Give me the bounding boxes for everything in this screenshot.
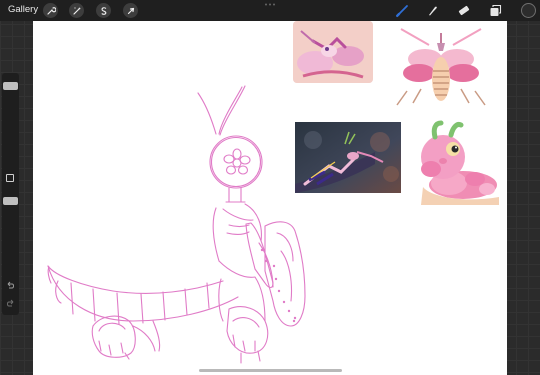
top-toolbar: Gallery [0, 0, 540, 21]
redo-arrow-icon[interactable] [5, 298, 16, 309]
undo-arrow-icon[interactable] [5, 280, 16, 291]
brush-size-slider[interactable] [3, 82, 18, 90]
opacity-slider[interactable] [3, 197, 18, 205]
magic-wand-icon[interactable] [69, 3, 84, 18]
home-indicator[interactable] [199, 369, 342, 372]
reference-photo-orchid-mantis-specimen[interactable] [391, 21, 491, 109]
drawing-canvas[interactable] [33, 21, 507, 375]
more-dots-icon[interactable] [264, 3, 276, 6]
selection-s-icon[interactable] [96, 3, 111, 18]
reference-photo-orchid-mantis-plush[interactable] [413, 117, 501, 205]
brush-icon[interactable] [395, 3, 410, 18]
reference-photo-orchid-mantis-on-hand[interactable] [295, 122, 401, 193]
color-picker-button[interactable] [521, 3, 536, 18]
left-sidebar [2, 73, 19, 315]
wrench-icon[interactable] [43, 3, 58, 18]
eraser-icon[interactable] [456, 3, 471, 18]
layers-icon[interactable] [488, 3, 503, 18]
gallery-button[interactable]: Gallery [8, 4, 38, 15]
arrow-cursor-icon[interactable] [123, 3, 138, 18]
reference-photo-orchid-mantis-closeup[interactable] [293, 21, 373, 83]
square-icon[interactable] [6, 174, 14, 182]
smudge-icon[interactable] [425, 3, 440, 18]
